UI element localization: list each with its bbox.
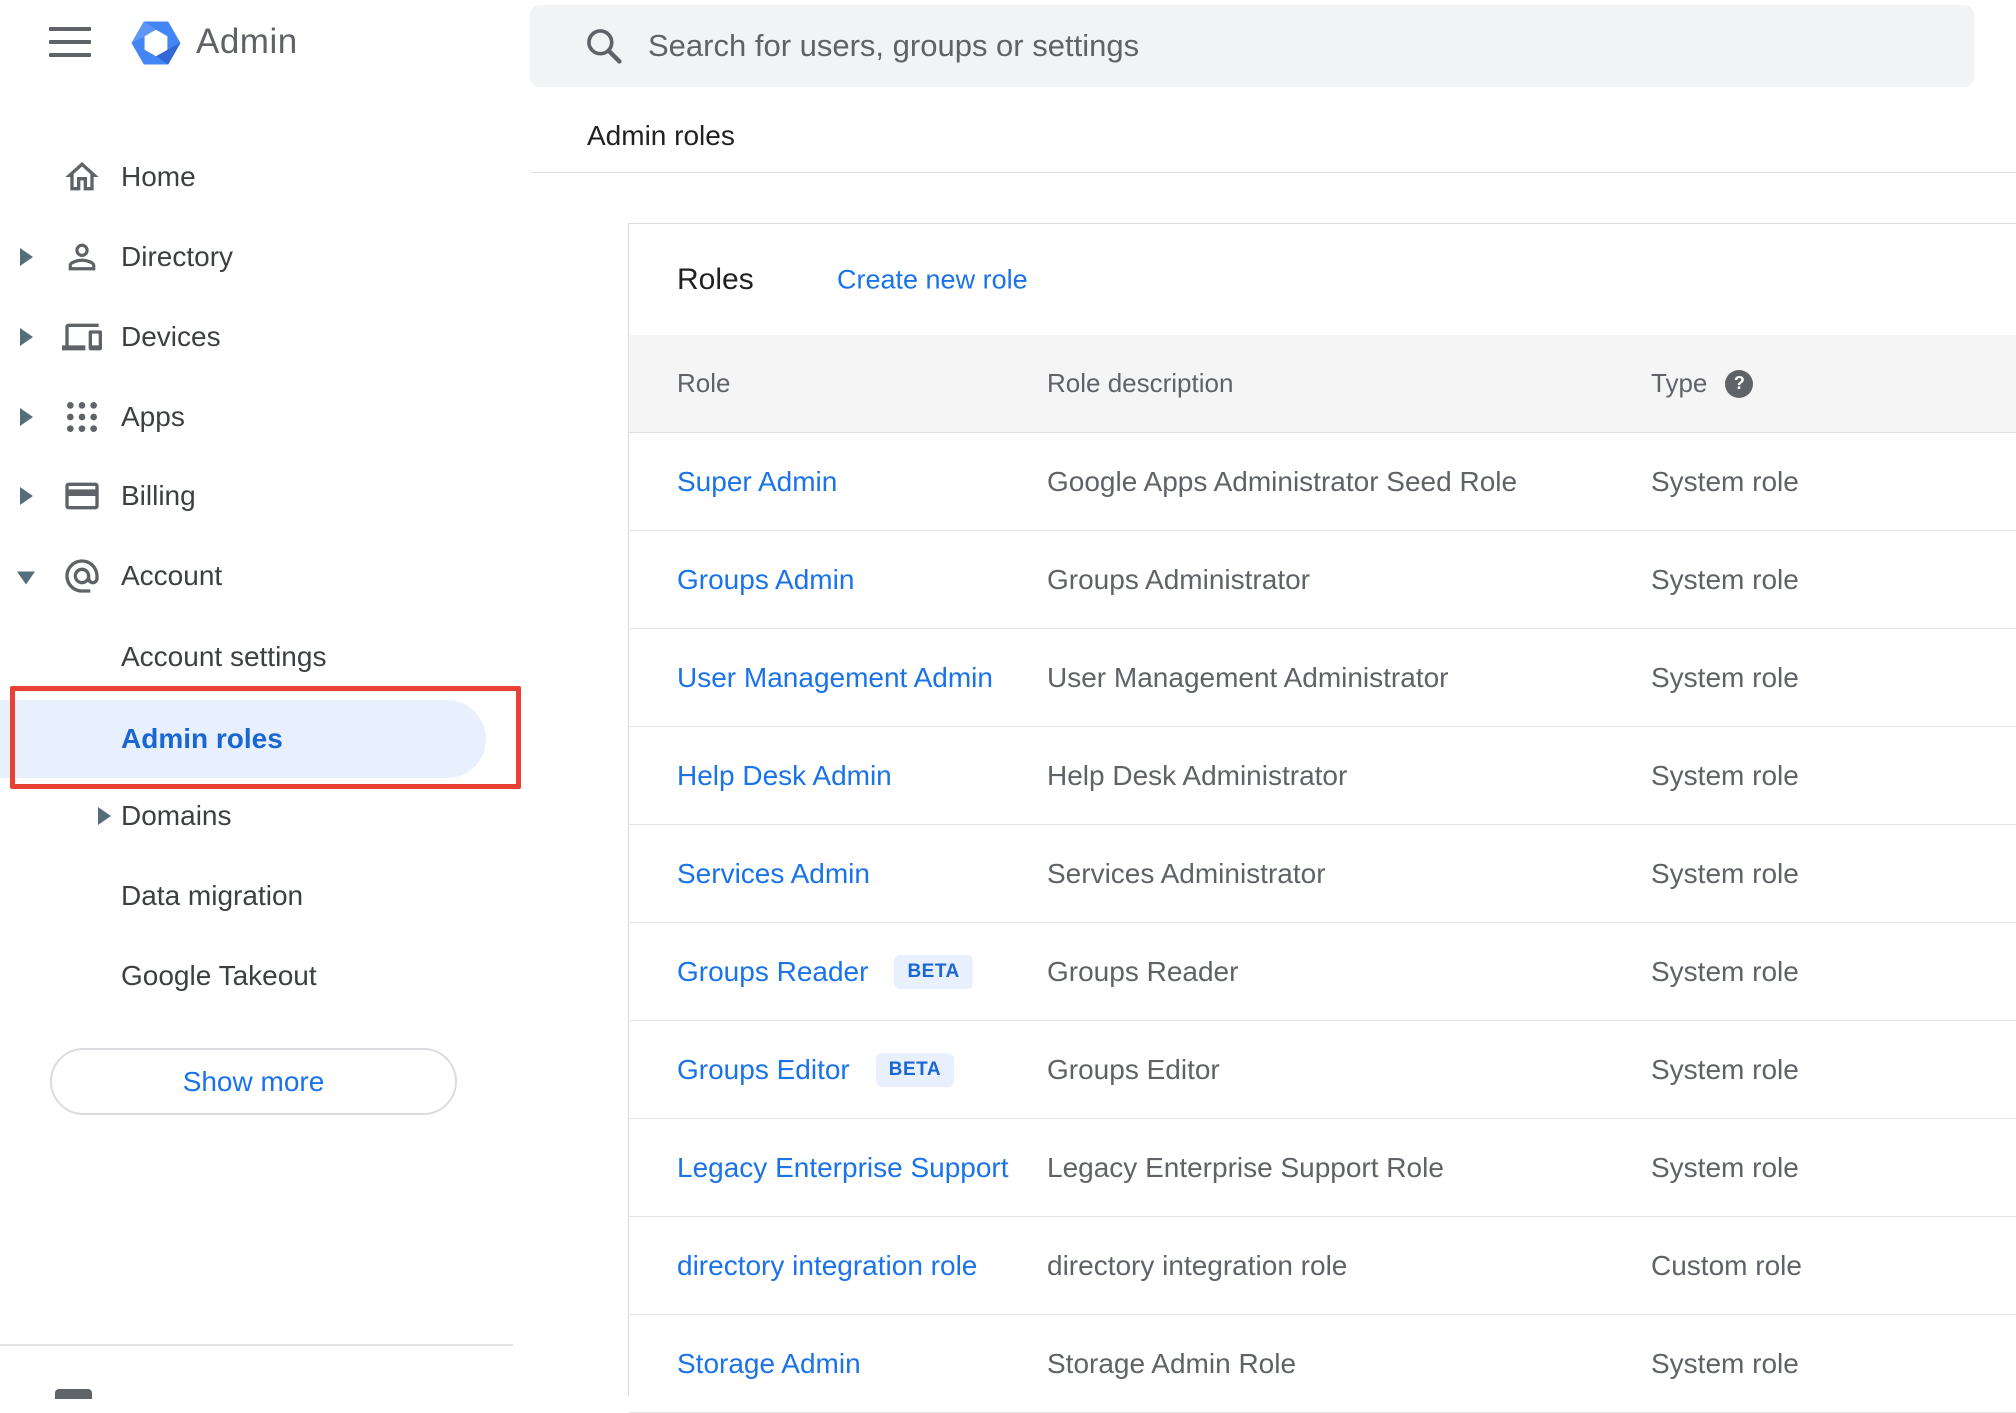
app-title: Admin [196, 22, 298, 61]
role-description: Groups Editor [1047, 1053, 1220, 1085]
sidebar-item-label: Devices [121, 321, 221, 352]
panel-title: Roles [677, 262, 754, 296]
role-type: System role [1651, 1151, 1799, 1183]
role-link[interactable]: Groups Reader [677, 956, 868, 988]
home-icon [65, 162, 99, 191]
table-row: Storage Admin Storage Admin Role System … [629, 1315, 2016, 1413]
role-link[interactable]: Groups Admin [677, 564, 854, 596]
role-description: Groups Reader [1047, 955, 1239, 987]
roles-panel-header: Roles Create new role [629, 224, 2016, 335]
devices-icon [62, 323, 102, 351]
expand-right-icon[interactable] [20, 248, 33, 266]
create-new-role-link[interactable]: Create new role [837, 264, 1028, 295]
sidebar-divider [0, 1344, 513, 1346]
sidebar-item-devices[interactable]: Devices [0, 297, 530, 377]
sidebar-item-label: Google Takeout [121, 960, 317, 991]
role-link[interactable]: Storage Admin [677, 1348, 861, 1380]
beta-badge: BETA [875, 1052, 955, 1087]
search-icon [587, 29, 622, 64]
table-row: Groups Editor BETA Groups Editor System … [629, 1021, 2016, 1119]
role-type: System role [1651, 661, 1799, 693]
sidebar-item-account-settings[interactable]: Account settings [0, 617, 530, 697]
role-link[interactable]: Services Admin [677, 858, 870, 890]
table-header-row: Role Role description Type ? [629, 335, 2016, 433]
sidebar-item-directory[interactable]: Directory [0, 217, 530, 297]
role-description: Storage Admin Role [1047, 1347, 1297, 1379]
expand-right-icon[interactable] [20, 328, 33, 346]
expand-right-icon[interactable] [98, 807, 111, 825]
role-type: System role [1651, 1347, 1799, 1379]
column-header-role: Role [677, 368, 731, 398]
table-row: Help Desk Admin Help Desk Administrator … [629, 727, 2016, 825]
sidebar-item-domains[interactable]: Domains [0, 776, 530, 856]
help-icon[interactable]: ? [1725, 369, 1754, 398]
sidebar-item-label: Account [121, 560, 223, 591]
sidebar-item-label: Home [121, 161, 196, 192]
role-link[interactable]: Help Desk Admin [677, 760, 892, 792]
column-header-type: Type ? [1651, 368, 2016, 399]
expand-right-icon[interactable] [20, 408, 33, 426]
role-description: Help Desk Administrator [1047, 759, 1348, 791]
role-description: Groups Administrator [1047, 563, 1310, 595]
sidebar-item-label: Apps [121, 401, 185, 432]
table-row: Groups Admin Groups Administrator System… [629, 531, 2016, 629]
roles-panel: Roles Create new role Role Role descript… [628, 223, 2016, 1413]
admin-logo-icon [131, 21, 181, 65]
table-row: Services Admin Services Administrator Sy… [629, 825, 2016, 923]
sidebar: Admin Home Directory Devices Apps Billin… [0, 0, 530, 1399]
header-divider [531, 172, 2016, 173]
show-more-button[interactable]: Show more [50, 1048, 457, 1115]
sidebar-item-data-migration[interactable]: Data migration [0, 856, 530, 936]
beta-badge: BETA [894, 954, 973, 989]
search-bar[interactable] [530, 5, 1974, 87]
role-link[interactable]: directory integration role [677, 1250, 977, 1282]
sidebar-item-label: Directory [121, 241, 234, 272]
role-type: System role [1651, 857, 1799, 889]
role-type: System role [1651, 759, 1799, 791]
search-input[interactable] [648, 28, 1974, 64]
role-type: System role [1651, 563, 1799, 595]
role-description: Google Apps Administrator Seed Role [1047, 465, 1518, 497]
sidebar-item-label: Account settings [121, 641, 327, 672]
column-header-description: Role description [1047, 368, 1234, 398]
table-row: User Management Admin User Management Ad… [629, 629, 2016, 727]
role-description: User Management Administrator [1047, 661, 1449, 693]
clipped-nav-icon [55, 1389, 92, 1399]
sidebar-item-billing[interactable]: Billing [0, 456, 530, 536]
sidebar-item-label: Billing [121, 480, 196, 511]
person-icon [68, 243, 96, 271]
table-row: directory integration role directory int… [629, 1217, 2016, 1315]
sidebar-item-google-takeout[interactable]: Google Takeout [0, 936, 530, 1016]
role-type: System role [1651, 955, 1799, 987]
role-description: directory integration role [1047, 1249, 1348, 1281]
credit-card-icon [65, 482, 99, 510]
role-description: Services Administrator [1047, 857, 1326, 889]
sidebar-item-account[interactable]: Account [0, 536, 530, 616]
at-sign-icon [65, 559, 99, 593]
role-link[interactable]: Legacy Enterprise Support [677, 1152, 1009, 1184]
breadcrumb: Admin roles [587, 120, 735, 151]
expand-down-icon[interactable] [17, 571, 35, 585]
sidebar-item-label: Admin roles [121, 723, 283, 754]
sidebar-item-label: Data migration [121, 880, 304, 911]
role-type: System role [1651, 1053, 1799, 1085]
menu-icon[interactable] [49, 27, 91, 58]
role-type: System role [1651, 465, 1799, 497]
role-link[interactable]: Super Admin [677, 466, 837, 498]
table-row: Groups Reader BETA Groups Reader System … [629, 923, 2016, 1021]
role-description: Legacy Enterprise Support Role [1047, 1151, 1444, 1183]
sidebar-item-apps[interactable]: Apps [0, 377, 530, 457]
role-link[interactable]: Groups Editor [677, 1054, 850, 1086]
role-link[interactable]: User Management Admin [677, 662, 993, 694]
table-row: Legacy Enterprise Support Legacy Enterpr… [629, 1119, 2016, 1217]
sidebar-item-home[interactable]: Home [0, 137, 530, 217]
sidebar-item-admin-roles[interactable]: Admin roles [0, 700, 486, 778]
apps-grid-icon [67, 402, 97, 432]
expand-right-icon[interactable] [20, 487, 33, 505]
sidebar-item-label: Domains [121, 800, 232, 831]
role-type: Custom role [1651, 1249, 1802, 1281]
table-row: Super Admin Google Apps Administrator Se… [629, 433, 2016, 531]
